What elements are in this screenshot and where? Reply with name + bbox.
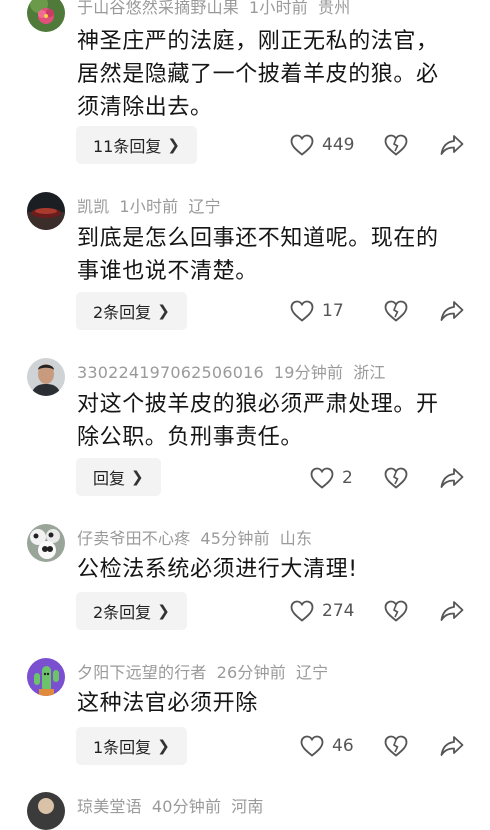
chevron-right-icon: ❯ <box>131 468 144 486</box>
username[interactable]: 夕阳下远望的行者 <box>77 663 207 682</box>
reply-count: 11条回复 <box>93 137 162 156</box>
broken-heart-icon[interactable] <box>384 300 408 322</box>
avatar[interactable] <box>27 358 65 396</box>
username[interactable]: 凯凯 <box>77 197 109 216</box>
chevron-right-icon: ❯ <box>157 737 170 755</box>
like-count: 449 <box>322 135 355 155</box>
username[interactable]: 仔卖爷田不心疼 <box>77 529 190 548</box>
timestamp: 1小时前 <box>119 197 179 216</box>
heart-outline-icon <box>290 134 314 156</box>
comment-meta: 330224197062506016 19分钟前 浙江 <box>77 359 396 383</box>
like-count: 274 <box>322 601 355 621</box>
heart-outline-icon <box>300 735 324 757</box>
broken-heart-icon[interactable] <box>384 600 408 622</box>
like-button[interactable]: 46 <box>300 733 354 759</box>
avatar[interactable] <box>27 0 65 32</box>
reply-button[interactable]: 回复 ❯ <box>76 458 161 496</box>
timestamp: 26分钟前 <box>216 663 286 682</box>
username[interactable]: 于山谷悠然采摘野山果 <box>77 0 239 17</box>
heart-outline-icon <box>290 600 314 622</box>
view-replies-button[interactable]: 1条回复 ❯ <box>76 727 187 765</box>
chevron-right-icon: ❯ <box>157 302 170 320</box>
like-button[interactable]: 2 <box>310 465 353 491</box>
comment-text: 对这个披羊皮的狼必须严肃处理。开除公职。负刑事责任。 <box>77 392 439 450</box>
view-replies-button[interactable]: 11条回复 ❯ <box>76 126 197 164</box>
comment-meta: 夕阳下远望的行者 26分钟前 辽宁 <box>77 659 338 683</box>
like-count: 2 <box>342 468 353 488</box>
comment-meta: 琼美堂语 40分钟前 河南 <box>77 793 274 817</box>
broken-heart-icon[interactable] <box>384 735 408 757</box>
reply-count: 2条回复 <box>93 303 152 322</box>
share-arrow-icon[interactable] <box>440 600 464 622</box>
location: 辽宁 <box>188 197 221 216</box>
reply-count: 1条回复 <box>93 738 152 757</box>
view-replies-button[interactable]: 2条回复 ❯ <box>76 592 187 630</box>
timestamp: 19分钟前 <box>273 363 344 382</box>
comment-text: 到底是怎么回事还不知道呢。现在的事谁也说不清楚。 <box>77 226 439 284</box>
avatar[interactable] <box>27 192 65 230</box>
location: 贵州 <box>318 0 351 17</box>
broken-heart-icon[interactable] <box>384 467 408 489</box>
share-arrow-icon[interactable] <box>440 134 464 156</box>
location: 辽宁 <box>295 663 329 682</box>
timestamp: 45分钟前 <box>200 529 270 548</box>
comment-meta: 于山谷悠然采摘野山果 1小时前 贵州 <box>77 0 360 18</box>
heart-outline-icon <box>290 300 314 322</box>
reply-label: 回复 <box>93 469 126 488</box>
like-button[interactable]: 274 <box>290 598 354 624</box>
timestamp: 1小时前 <box>249 0 308 17</box>
chevron-right-icon: ❯ <box>157 602 170 620</box>
location: 浙江 <box>353 363 386 382</box>
like-button[interactable]: 17 <box>290 298 344 324</box>
reply-count: 2条回复 <box>93 603 152 622</box>
chevron-right-icon: ❯ <box>167 136 180 154</box>
like-count: 17 <box>322 301 344 321</box>
like-button[interactable]: 449 <box>290 132 354 158</box>
avatar[interactable] <box>27 524 65 562</box>
location: 山东 <box>279 529 313 548</box>
comment-meta: 凯凯 1小时前 辽宁 <box>77 193 231 217</box>
comment-meta: 仔卖爷田不心疼 45分钟前 山东 <box>77 525 322 549</box>
avatar[interactable] <box>27 658 65 696</box>
comment-text: 这种法官必须开除 <box>77 691 258 716</box>
avatar[interactable] <box>27 792 65 830</box>
comment-text: 神圣庄严的法庭，刚正无私的法官，居然是隐藏了一个披着羊皮的狼。必须清除出去。 <box>77 29 439 120</box>
share-arrow-icon[interactable] <box>440 300 464 322</box>
share-arrow-icon[interactable] <box>440 735 464 757</box>
comment-text: 公检法系统必须进行大清理! <box>77 557 358 582</box>
like-count: 46 <box>332 736 354 756</box>
share-arrow-icon[interactable] <box>440 467 464 489</box>
broken-heart-icon[interactable] <box>384 134 408 156</box>
username[interactable]: 330224197062506016 <box>77 363 264 382</box>
heart-outline-icon <box>310 467 334 489</box>
view-replies-button[interactable]: 2条回复 ❯ <box>76 292 187 330</box>
